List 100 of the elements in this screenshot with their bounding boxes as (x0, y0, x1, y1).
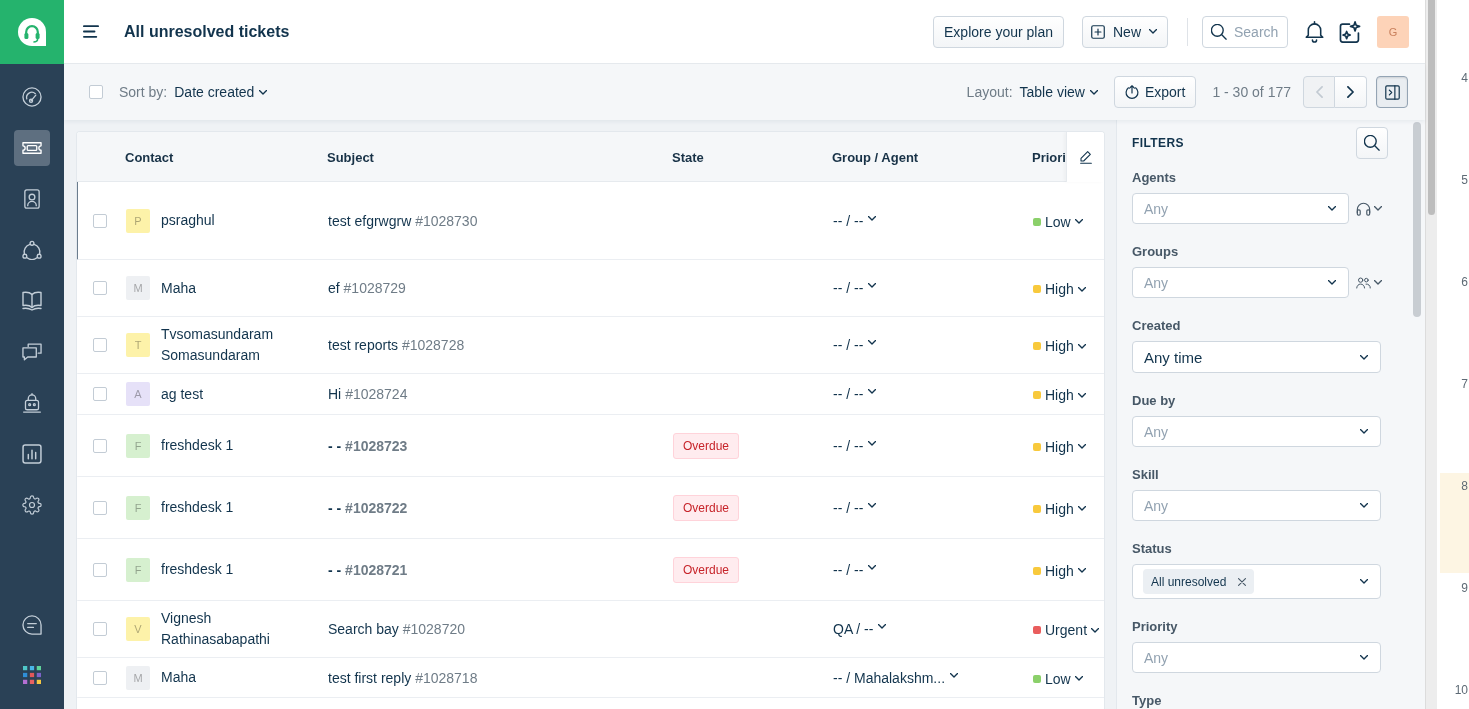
contact-name[interactable]: psraghul (161, 210, 215, 231)
contact-name[interactable]: Tvsomasundaram Somasundaram (161, 324, 311, 366)
sparkle-icon[interactable] (1339, 20, 1361, 43)
row-checkbox[interactable] (93, 213, 107, 228)
ticket-row[interactable]: A ag test Hi #1028724 -- / -- High (77, 374, 1104, 415)
chat-bubble-icon[interactable] (22, 615, 42, 635)
priority-dropdown[interactable]: Urgent (1033, 622, 1100, 638)
row-checkbox[interactable] (93, 438, 107, 453)
agent-type-button[interactable] (1354, 201, 1384, 216)
apps-grid-icon[interactable] (23, 666, 41, 684)
ticket-row[interactable]: F freshdesk 1 - - #1028723 Overdue -- / -- High (77, 415, 1104, 477)
ticket-subject[interactable]: test first reply #1028718 (328, 669, 478, 686)
priority-dropdown[interactable]: High (1033, 438, 1086, 455)
ticket-row[interactable]: M Maha ef #1028729 -- / -- High (77, 260, 1104, 317)
close-icon[interactable] (1238, 577, 1247, 586)
new-button[interactable]: New (1082, 15, 1168, 48)
status-tag[interactable]: All unresolved (1143, 569, 1255, 594)
contact-name[interactable]: Vignesh Rathinasabapathi (161, 608, 311, 650)
ticket-subject[interactable]: test efgrwgrw #1028730 (328, 212, 478, 229)
priority-dropdown[interactable]: High (1033, 281, 1086, 297)
filter-label: Due by (1132, 394, 1177, 408)
row-checkbox[interactable] (93, 622, 107, 636)
edit-columns-button[interactable] (1066, 132, 1104, 182)
priority-dropdown[interactable]: High (1033, 562, 1086, 579)
group-agent-dropdown[interactable]: -- / -- (833, 499, 877, 516)
menu-icon[interactable] (83, 25, 99, 38)
row-checkbox[interactable] (93, 500, 107, 515)
page-scrollbar[interactable] (1425, 0, 1437, 709)
row-checkbox[interactable] (93, 670, 107, 685)
headset-logo-icon[interactable] (0, 0, 64, 64)
ticket-subject[interactable]: - - #1028721 (328, 561, 408, 578)
book-icon (22, 291, 42, 311)
explore-plan-button[interactable]: Explore your plan (933, 15, 1064, 48)
group-agent-dropdown[interactable]: -- / Mahalakshm... (833, 669, 959, 686)
priority-dropdown[interactable]: High (1033, 387, 1086, 403)
caret-icon (1077, 506, 1086, 511)
filters-title: FILTERS (1132, 136, 1184, 150)
page-range: 1 - 30 of 177 (1212, 84, 1291, 100)
contact-name[interactable]: freshdesk 1 (161, 559, 234, 580)
panel-toggle-icon (1384, 84, 1400, 100)
ticket-subject[interactable]: test reports #1028728 (328, 337, 465, 353)
scrollbar-thumb[interactable] (1413, 122, 1421, 317)
ticket-subject[interactable]: - - #1028722 (328, 499, 408, 516)
side-label: 5 (1461, 173, 1468, 187)
caret-icon (1074, 676, 1083, 681)
ticket-row[interactable]: T Tvsomasundaram Somasundaram test reports #1028728 -- / -- High (77, 317, 1104, 374)
filter-dropdown[interactable]: Any time (1132, 341, 1381, 373)
select-all-checkbox[interactable] (89, 85, 103, 99)
ticket-row[interactable]: F freshdesk 1 - - #1028722 Overdue -- / -- High (77, 477, 1104, 539)
caret-icon (868, 564, 877, 570)
priority-dropdown[interactable]: High (1033, 338, 1086, 354)
group-agent-dropdown[interactable]: -- / -- (833, 437, 877, 454)
network-icon (22, 240, 42, 260)
caret-icon (1077, 343, 1086, 349)
group-agent-dropdown[interactable]: -- / -- (833, 386, 877, 402)
headset-icon (1356, 201, 1371, 216)
ticket-row[interactable]: F freshdesk 1 - - #1028721 Overdue -- / -- High (77, 539, 1104, 601)
group-type-button[interactable] (1354, 276, 1384, 289)
ticket-row[interactable]: M Maha test first reply #1028718 -- / Mahalakshm... Low (77, 658, 1104, 698)
contact-name[interactable]: ag test (161, 383, 204, 405)
bell-icon[interactable] (1305, 20, 1324, 43)
group-agent-dropdown[interactable]: -- / -- (833, 280, 877, 296)
layout-dropdown[interactable]: Table view (1019, 84, 1098, 100)
group-agent-dropdown[interactable]: -- / -- (833, 337, 877, 353)
row-checkbox[interactable] (93, 281, 107, 295)
filter-dropdown[interactable]: All unresolved (1132, 564, 1381, 599)
robot-icon (22, 393, 42, 413)
priority-dropdown[interactable]: High (1033, 500, 1086, 517)
sort-dropdown[interactable]: Date created (174, 84, 268, 100)
contact-name[interactable]: Maha (161, 667, 197, 688)
search-icon (1364, 135, 1380, 151)
group-agent-dropdown[interactable]: QA / -- (833, 621, 887, 637)
contact-name[interactable]: Maha (161, 277, 197, 299)
ticket-row[interactable]: V Vignesh Rathinasabapathi Search bay #1028720 QA / -- Urgent (77, 601, 1104, 658)
ticket-subject[interactable]: Search bay #1028720 (328, 621, 465, 637)
gauge-icon (22, 87, 42, 107)
panel-toggle-button[interactable] (1376, 76, 1408, 108)
contact-name[interactable]: freshdesk 1 (161, 435, 234, 456)
page-title: All unresolved tickets (124, 22, 290, 41)
priority-dropdown[interactable]: Low (1033, 670, 1083, 687)
nav-item[interactable] (14, 130, 50, 166)
filter-search-button[interactable] (1356, 127, 1388, 159)
row-checkbox[interactable] (93, 387, 107, 401)
scrollbar-thumb[interactable] (1428, 0, 1435, 215)
caret-icon (868, 502, 877, 508)
next-page-button[interactable] (1335, 76, 1367, 108)
export-button[interactable]: Export (1113, 76, 1197, 108)
contact-name[interactable]: freshdesk 1 (161, 497, 234, 518)
ticket-subject[interactable]: - - #1028723 (328, 437, 408, 454)
search-field[interactable]: Search (1202, 15, 1288, 48)
priority-dropdown[interactable]: Low (1033, 213, 1083, 230)
ticket-subject[interactable]: ef #1028729 (328, 280, 406, 296)
row-checkbox[interactable] (93, 338, 107, 352)
ticket-subject[interactable]: Hi #1028724 (328, 386, 408, 402)
row-checkbox[interactable] (93, 562, 107, 577)
ticket-row[interactable]: P psraghul test efgrwgrw #1028730 -- / -- Low (77, 182, 1104, 260)
group-agent-dropdown[interactable]: -- / -- (833, 212, 877, 229)
group-agent-dropdown[interactable]: -- / -- (833, 561, 877, 578)
caret-icon (1091, 627, 1100, 633)
column-header: Contact (125, 149, 175, 165)
